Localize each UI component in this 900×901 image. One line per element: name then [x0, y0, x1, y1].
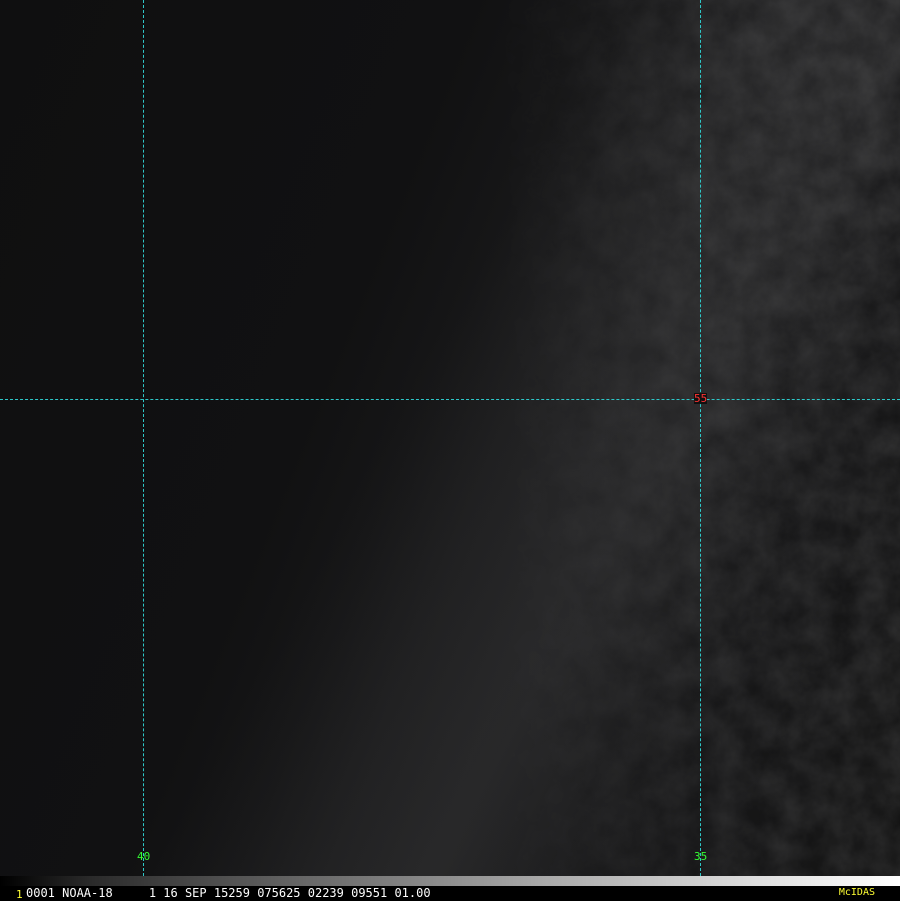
image-info-bar: 1 0001 NOAA-18 1 16 SEP 15259 075625 022…: [0, 876, 900, 901]
longitude-line-35: [700, 0, 701, 876]
latitude-label-55: 55: [694, 392, 708, 405]
image-metadata-text: 0001 NOAA-18 1 16 SEP 15259 075625 02239…: [26, 886, 431, 900]
longitude-label-40: 40: [137, 850, 151, 863]
cloud-texture: [0, 0, 900, 876]
mcidas-logo: McIDAS: [838, 887, 875, 898]
longitude-line-40: [143, 0, 144, 876]
latitude-line-55: [0, 399, 900, 400]
grayscale-bar: [0, 876, 900, 886]
longitude-label-35: 35: [694, 850, 708, 863]
frame-number: 1: [16, 888, 23, 901]
satellite-image: 40 35 55: [0, 0, 900, 876]
